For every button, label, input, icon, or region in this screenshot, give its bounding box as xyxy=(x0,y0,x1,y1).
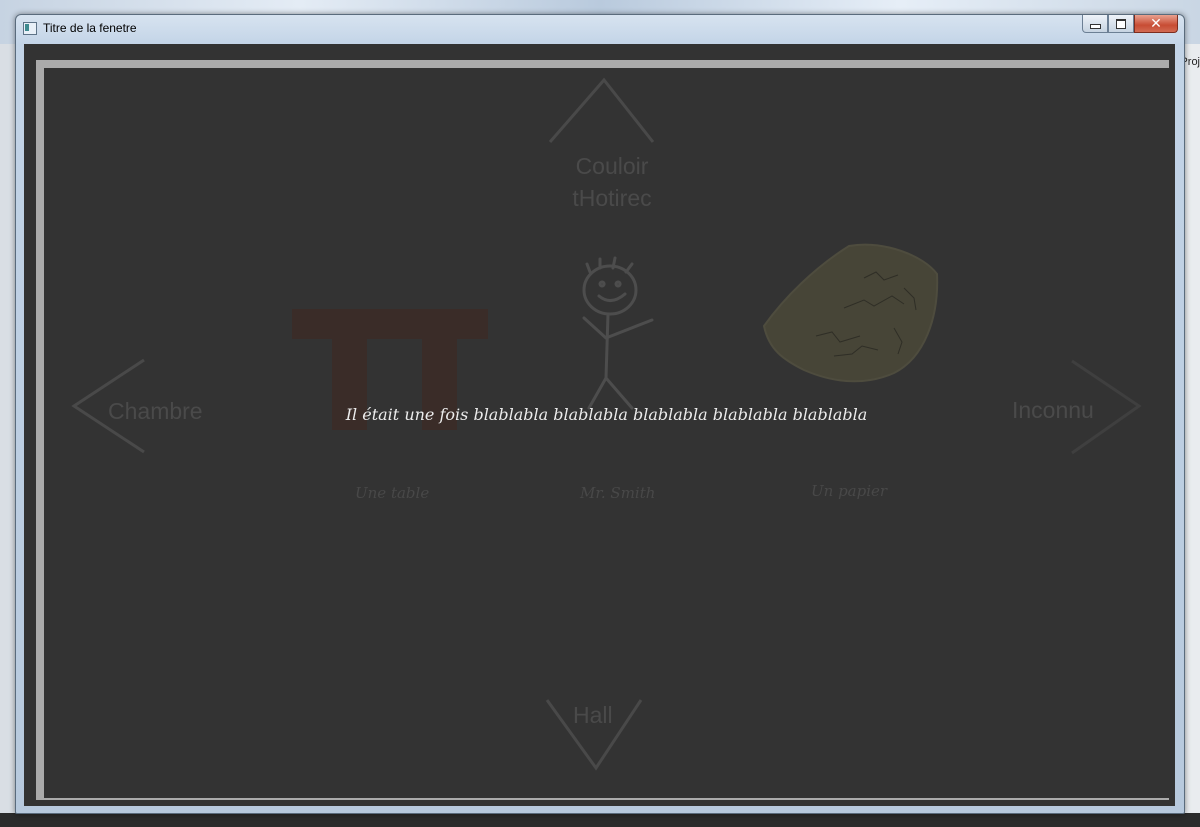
object-label-table[interactable]: Une table xyxy=(355,484,429,502)
client-area: Couloir tHotirec Chambre Inconnu Hall Un… xyxy=(24,44,1175,806)
window-title: Titre de la fenetre xyxy=(43,21,137,35)
exit-down-label[interactable]: Hall xyxy=(573,702,613,729)
game-stage: Couloir tHotirec Chambre Inconnu Hall Un… xyxy=(44,68,1169,798)
stage-frame: Couloir tHotirec Chambre Inconnu Hall Un… xyxy=(36,60,1169,800)
story-text: Il était une fois blablabla blablabla bl… xyxy=(345,405,868,424)
desktop-left-strip xyxy=(0,44,16,814)
close-button[interactable]: ✕ xyxy=(1134,15,1178,33)
minimize-icon xyxy=(1089,24,1101,29)
exit-up-label[interactable]: Couloir tHotirec xyxy=(567,150,657,214)
minimize-button[interactable] xyxy=(1082,15,1108,33)
maximize-icon xyxy=(1116,18,1126,29)
app-window: Titre de la fenetre ✕ Couloir tHotirec C… xyxy=(15,14,1185,814)
window-controls: ✕ xyxy=(1082,15,1178,34)
paper-icon[interactable] xyxy=(762,243,939,383)
object-label-mr-smith[interactable]: Mr. Smith xyxy=(580,484,655,502)
close-icon: ✕ xyxy=(1150,15,1162,32)
maximize-button[interactable] xyxy=(1108,15,1134,33)
object-label-paper[interactable]: Un papier xyxy=(811,482,887,500)
title-bar[interactable]: Titre de la fenetre ✕ xyxy=(16,15,1184,43)
exit-up-arrow-icon[interactable] xyxy=(548,77,655,143)
stick-figure-icon[interactable] xyxy=(582,256,654,410)
taskbar xyxy=(0,813,1200,827)
app-icon[interactable] xyxy=(23,22,37,35)
